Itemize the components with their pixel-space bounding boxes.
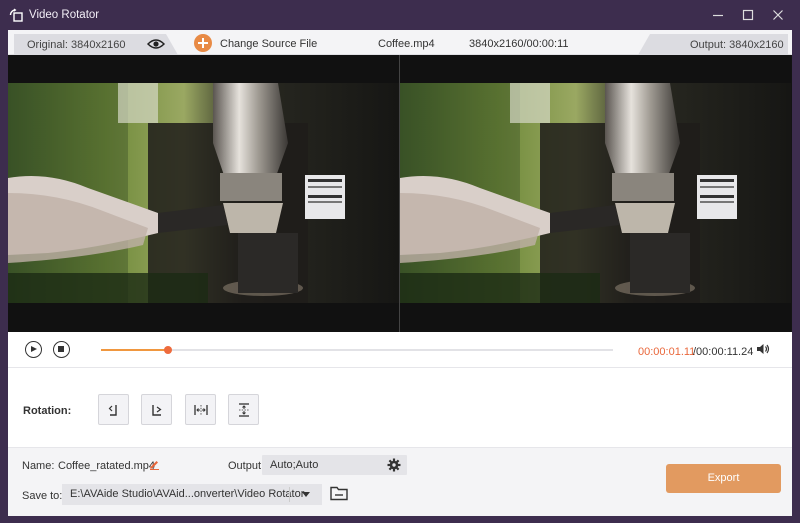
progress-thumb[interactable] <box>163 346 172 354</box>
path-separator <box>289 487 290 502</box>
eye-icon[interactable] <box>146 38 166 53</box>
edit-icon[interactable] <box>149 458 160 473</box>
add-icon[interactable] <box>194 34 212 52</box>
rotate-left-icon <box>108 405 117 416</box>
rotate-right-button[interactable] <box>141 394 172 425</box>
file-info-bar: Original: 3840x2160 Change Source File C… <box>8 30 792 55</box>
file-name: Coffee.mp4 <box>378 38 435 50</box>
file-info: 3840x2160/00:00:11 <box>469 38 569 50</box>
progress-track[interactable] <box>101 346 613 354</box>
total-time: /00:00:11.24 <box>693 346 754 358</box>
rotate-left-button[interactable] <box>98 394 129 425</box>
playback-bar: 00:00:01.11 /00:00:11.24 <box>8 332 792 368</box>
progress-fill <box>101 349 168 351</box>
title-bar: Video Rotator <box>0 0 800 30</box>
window-title: Video Rotator <box>29 9 100 21</box>
rotate-app-icon <box>9 8 23 22</box>
rotate-right-icon <box>152 405 162 416</box>
flip-vertical-button[interactable] <box>228 394 259 425</box>
output-label: Output: <box>228 460 265 472</box>
flip-vertical-icon <box>239 403 249 417</box>
name-label: Name: <box>22 460 55 472</box>
output-format-field[interactable]: Auto;Auto <box>262 455 407 475</box>
original-resolution: Original: 3840x2160 <box>27 39 126 51</box>
stop-button[interactable] <box>53 341 70 358</box>
close-icon[interactable] <box>768 5 788 25</box>
output-resolution: Output: 3840x2160 <box>690 39 784 51</box>
save-path-value: E:\AVAide Studio\AVAid...onverter\Video … <box>70 488 305 500</box>
flip-horizontal-button[interactable] <box>185 394 216 425</box>
output-settings-panel: Name: Coffee_ratated.mp4 Output: Auto;Au… <box>8 448 792 516</box>
current-time: 00:00:01.11 <box>638 346 696 358</box>
video-frame-original <box>8 83 399 303</box>
volume-icon[interactable] <box>756 343 770 358</box>
preview-area <box>8 55 792 332</box>
save-to-label: Save to: <box>22 490 63 502</box>
output-preview <box>400 55 791 332</box>
chevron-down-icon[interactable] <box>302 492 310 497</box>
folder-icon[interactable] <box>330 486 348 504</box>
output-file-name: Coffee_ratated.mp4 <box>58 460 156 472</box>
gear-icon[interactable] <box>387 458 401 475</box>
rotation-panel: Rotation: <box>8 368 792 448</box>
play-button[interactable] <box>25 341 42 358</box>
export-button[interactable]: Export <box>666 464 781 493</box>
original-preview <box>8 55 399 332</box>
save-path-field[interactable]: E:\AVAide Studio\AVAid...onverter\Video … <box>62 484 322 505</box>
flip-horizontal-icon <box>194 405 208 415</box>
rotation-label: Rotation: <box>23 405 72 417</box>
main-window: Original: 3840x2160 Change Source File C… <box>8 30 792 516</box>
maximize-icon[interactable] <box>738 5 758 25</box>
change-source-button[interactable]: Change Source File <box>220 38 317 50</box>
video-frame-output <box>400 83 791 303</box>
output-format-value: Auto;Auto <box>270 459 319 471</box>
minimize-icon[interactable] <box>708 5 728 25</box>
